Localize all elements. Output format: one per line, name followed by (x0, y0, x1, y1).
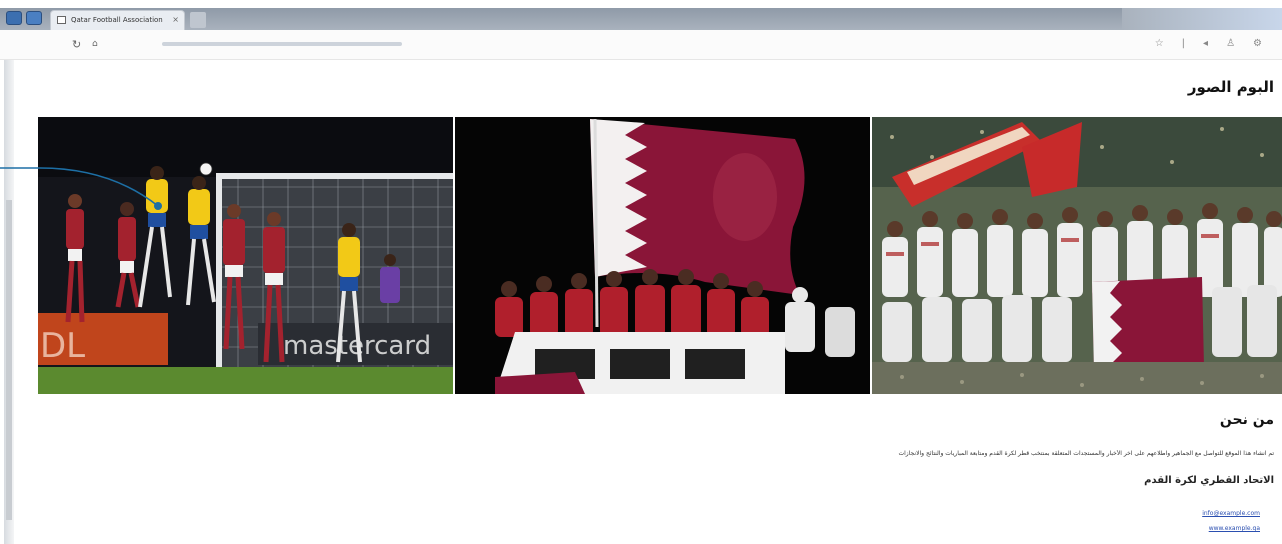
match-photo[interactable]: mastercard DL (38, 117, 453, 394)
tabstrip-fill (1122, 8, 1282, 30)
star-icon[interactable]: ☆ (1155, 38, 1164, 49)
about-text: تم انشاء هذا الموقع للتواصل مع الجماهير … (898, 450, 1274, 457)
website-link[interactable]: www.example.qa (1209, 525, 1260, 532)
home-icon[interactable]: ⌂ (92, 39, 98, 49)
tab-title: Qatar Football Association (71, 16, 163, 24)
browser-window: Qatar Football Association × ↻ ⌂ ☆ | ◂ ♙… (0, 0, 1282, 544)
settings-icon[interactable]: ⚙ (1253, 38, 1262, 49)
team-image (872, 117, 1282, 394)
browser-tab[interactable]: Qatar Football Association × (50, 10, 185, 30)
match-image: mastercard DL (38, 117, 453, 394)
photo-gallery: mastercard DL (38, 117, 1282, 394)
about-title: من نحن (1219, 412, 1274, 428)
new-tab-button[interactable] (190, 12, 206, 28)
refresh-icon[interactable]: ↻ (72, 38, 81, 51)
back-icon[interactable]: ◂ (1203, 38, 1208, 49)
scrollbar-thumb[interactable] (6, 200, 12, 520)
toolbar-icons: ☆ | ◂ ♙ ⚙ (1155, 38, 1262, 49)
close-icon[interactable]: × (172, 11, 179, 29)
album-title: البوم الصور (1187, 78, 1274, 96)
email-link[interactable]: info@example.com (1202, 510, 1260, 517)
address-toolbar: ↻ ⌂ ☆ | ◂ ♙ ⚙ (0, 30, 1282, 60)
address-bar[interactable] (162, 42, 402, 46)
window-menu-button[interactable] (6, 11, 22, 25)
window-back-button[interactable] (26, 11, 42, 25)
divider-icon: | (1181, 38, 1186, 49)
team-photo[interactable] (870, 117, 1282, 394)
flag-photo[interactable] (453, 117, 870, 394)
user-icon[interactable]: ♙ (1226, 38, 1235, 49)
tab-strip: Qatar Football Association × (0, 8, 1282, 30)
page-icon (57, 16, 66, 24)
svg-text:DL: DL (40, 326, 85, 366)
flag-image (455, 117, 870, 394)
organization-name: الاتحاد القطري لكرة القدم (1144, 475, 1274, 486)
